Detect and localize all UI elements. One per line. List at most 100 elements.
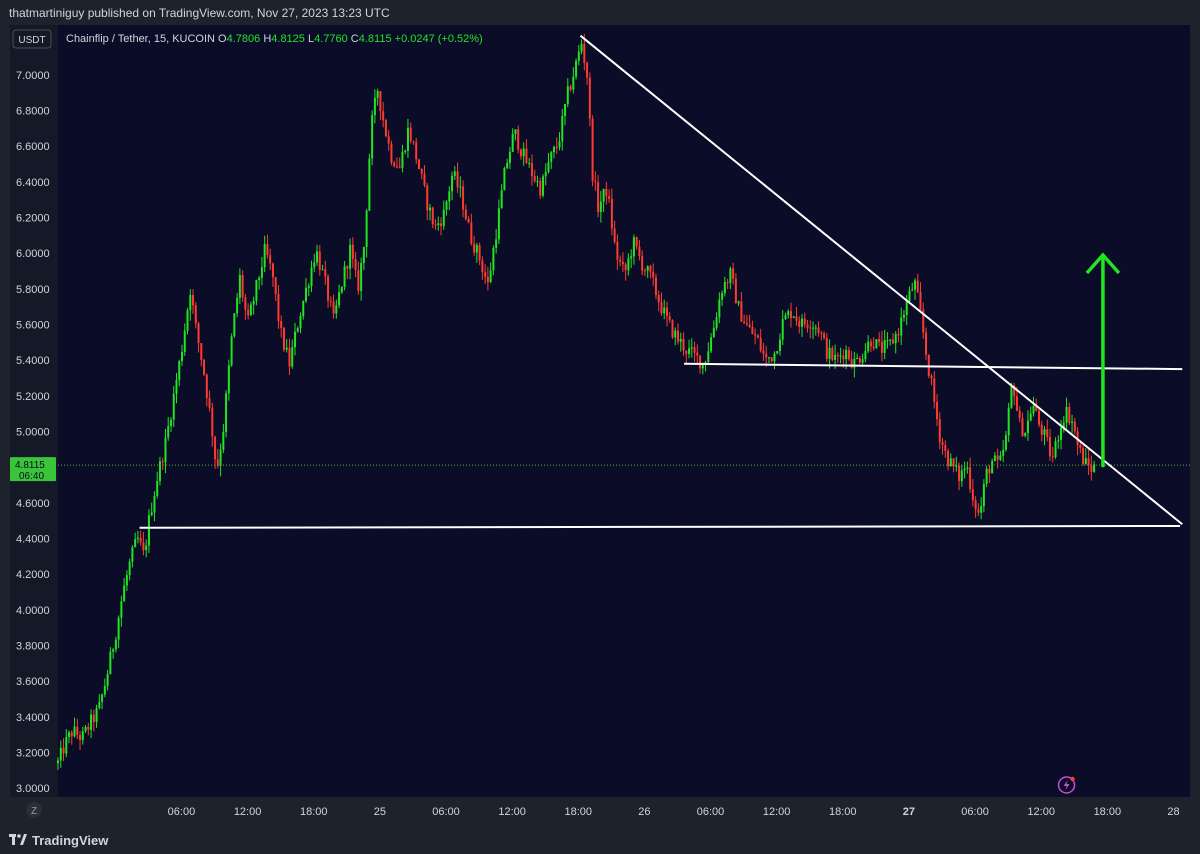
tradingview-logo[interactable]: TradingView <box>9 833 108 848</box>
candle-body <box>390 143 393 163</box>
x-tick-label: 26 <box>638 806 650 818</box>
candle-body <box>508 151 511 163</box>
candle-body <box>103 686 106 695</box>
candle-body <box>743 321 746 324</box>
candle-body <box>756 335 759 338</box>
candle-body <box>395 166 398 168</box>
candle-body <box>222 431 225 450</box>
candle-body <box>412 140 415 143</box>
candle-body <box>117 617 120 640</box>
candle-body <box>470 222 473 244</box>
candle-body <box>619 259 622 262</box>
last-price-tag-countdown: 06:40 <box>19 471 44 482</box>
candle-body <box>878 339 881 342</box>
candle-body <box>602 188 605 202</box>
candle-body <box>767 357 770 359</box>
candle-body <box>586 62 589 78</box>
candle-body <box>434 224 437 226</box>
candle-body <box>478 245 481 261</box>
candle-body <box>65 736 68 754</box>
candle-body <box>858 357 861 363</box>
candle-body <box>302 300 305 317</box>
candle-body <box>721 293 724 300</box>
candle-body <box>944 444 947 451</box>
candle-body <box>1065 406 1068 423</box>
candle-body <box>233 313 236 337</box>
candle-body <box>632 237 635 257</box>
candle-body <box>795 316 798 321</box>
candle-body <box>351 244 354 259</box>
candle-body <box>1071 421 1074 424</box>
candle-body <box>963 468 966 471</box>
candle-body <box>379 91 382 112</box>
candle-body <box>368 158 371 211</box>
candle-body <box>161 461 164 463</box>
candle-body <box>293 331 296 348</box>
candle-body <box>371 115 374 159</box>
candle-body <box>1084 458 1087 465</box>
candle-body <box>654 277 657 296</box>
candle-body <box>109 651 112 675</box>
candle-body <box>1051 456 1054 458</box>
candle-body <box>81 731 84 741</box>
candle-body <box>588 77 591 119</box>
candle-body <box>677 330 680 342</box>
candle-body <box>723 281 726 294</box>
y-tick-label: 4.4000 <box>16 533 50 545</box>
candle-body <box>158 461 161 481</box>
candle-body <box>200 343 203 360</box>
candle-body <box>475 245 478 253</box>
legend-symbol: Chainflip / Tether, 15, KUCOIN <box>66 33 218 45</box>
candle-body <box>960 470 963 482</box>
candle-body <box>406 127 409 151</box>
candle-body <box>977 509 980 513</box>
candle-body <box>225 393 228 432</box>
candle-body <box>902 314 905 318</box>
y-tick-label: 5.4000 <box>16 355 50 367</box>
candle-body <box>823 333 826 338</box>
candle-body <box>991 461 994 474</box>
y-tick-label: 6.4000 <box>16 177 50 189</box>
candle-body <box>338 292 341 306</box>
candle-body <box>613 228 616 242</box>
y-tick-label: 4.0000 <box>16 605 50 617</box>
candle-body <box>365 210 368 247</box>
candle-body <box>801 318 804 327</box>
x-tick-label: 18:00 <box>300 806 328 818</box>
candle-body <box>409 127 412 141</box>
candle-body <box>464 209 467 220</box>
candle-body <box>803 318 806 325</box>
candle-body <box>186 310 189 331</box>
candle-body <box>346 266 349 269</box>
candle-body <box>125 575 128 586</box>
candle-body <box>354 258 357 270</box>
footer-bar: TradingView <box>0 826 1200 854</box>
candle-body <box>729 268 732 283</box>
candle-body <box>101 694 104 702</box>
y-tick-label: 3.4000 <box>16 712 50 724</box>
x-tick-label: 12:00 <box>498 806 526 818</box>
candle-body <box>310 267 313 286</box>
candle-body <box>880 341 883 353</box>
candlestick-chart[interactable]: 3.0000 3.2000 3.4000 3.6000 3.8000 4.0000 4.20… <box>10 25 1190 825</box>
candle-body <box>933 378 936 402</box>
candle-body <box>674 330 677 338</box>
candle-body <box>429 207 432 211</box>
candle-body <box>999 455 1002 460</box>
candle-body <box>492 248 495 271</box>
y-tick-label: 6.0000 <box>16 248 50 260</box>
candle-body <box>522 148 525 157</box>
candle-body <box>401 152 404 168</box>
candle-body <box>84 726 87 732</box>
candle-body <box>1004 435 1007 450</box>
candle-body <box>305 287 308 301</box>
candle-body <box>993 455 996 462</box>
y-tick-label: 5.6000 <box>16 320 50 332</box>
candle-body <box>528 162 531 164</box>
candle-body <box>847 350 850 360</box>
x-tick-label: 28 <box>1167 806 1179 818</box>
candle-body <box>437 223 440 225</box>
candle-body <box>682 339 685 351</box>
candle-body <box>459 186 462 188</box>
chart-frame[interactable]: 3.0000 3.2000 3.4000 3.6000 3.8000 4.0000 4.20… <box>10 25 1190 825</box>
